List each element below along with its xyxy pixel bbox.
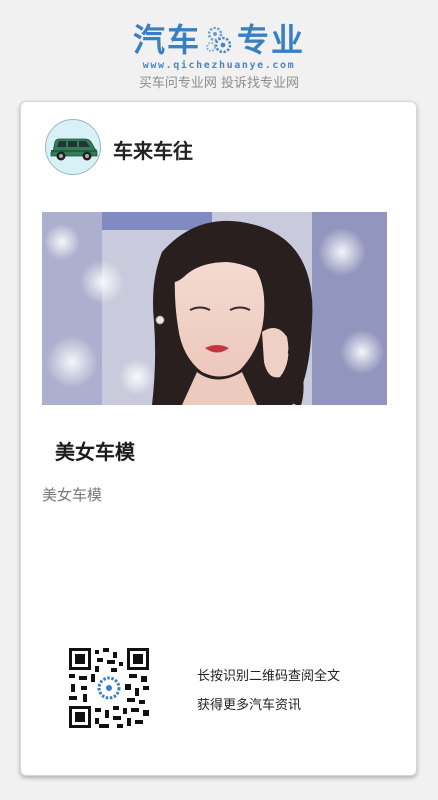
logo-text-right: 专业 xyxy=(237,21,306,59)
article-description: 美女车模 xyxy=(42,486,103,504)
site-tagline: 买车问专业网 投诉找专业网 xyxy=(138,76,300,91)
gear-cluster-icon xyxy=(205,26,233,54)
qr-caption-primary: 长按识别二维码查阅全文 xyxy=(197,669,341,684)
qr-caption-secondary: 获得更多汽车资讯 xyxy=(197,698,302,713)
site-header: 汽车 专业 www.qichezhuanye.com 买车问专业网 投诉找专业网 xyxy=(0,0,438,100)
article-share-card: 车来车往 美女车模 美女车模 长按识别二维码查阅全文 获得更多汽车资讯 xyxy=(20,101,417,776)
author-name[interactable]: 车来车往 xyxy=(113,135,193,164)
site-logo[interactable]: 汽车 专业 xyxy=(0,20,438,60)
green-car-icon xyxy=(50,138,98,161)
qr-code[interactable] xyxy=(69,648,149,728)
logo-url: www.qichezhuanye.com xyxy=(142,60,296,71)
article-title: 美女车模 xyxy=(55,440,135,464)
article-cover-image xyxy=(42,212,387,405)
logo-text-left: 汽车 xyxy=(132,21,201,59)
author-avatar[interactable] xyxy=(45,119,101,175)
